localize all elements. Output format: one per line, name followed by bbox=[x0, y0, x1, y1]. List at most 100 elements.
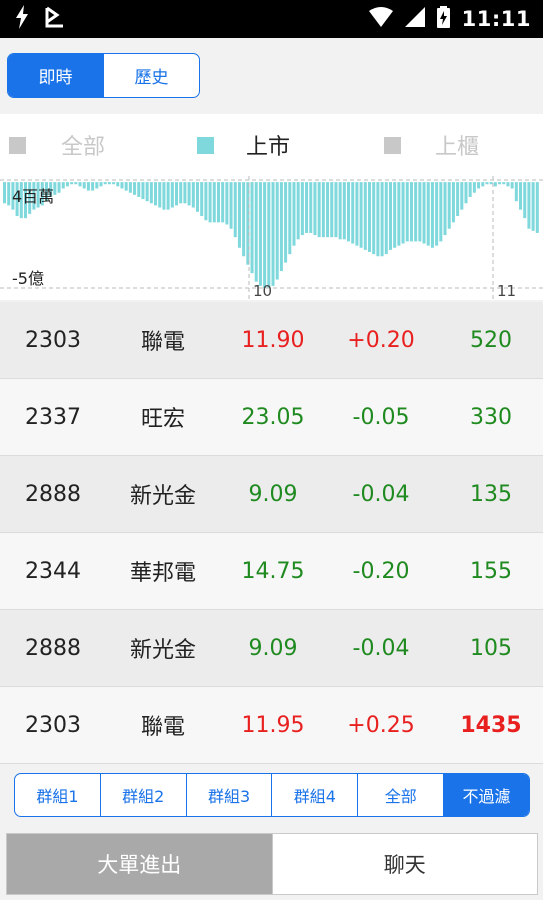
stock-change: -0.04 bbox=[352, 635, 410, 661]
battery-icon bbox=[436, 6, 450, 32]
chart-bar bbox=[351, 182, 355, 244]
chart-bar bbox=[91, 182, 95, 191]
chart-bar bbox=[57, 182, 61, 193]
chart-bar bbox=[82, 182, 86, 189]
chart-bar bbox=[317, 182, 321, 238]
chart-bar bbox=[221, 182, 225, 223]
stock-code: 2888 bbox=[25, 635, 81, 661]
legend-listed[interactable]: 上市 bbox=[197, 114, 290, 176]
chart-bar bbox=[292, 182, 296, 246]
chart-bar bbox=[208, 182, 212, 223]
chart-bar bbox=[288, 182, 292, 255]
chart-bar bbox=[460, 182, 464, 210]
stock-code: 2303 bbox=[25, 712, 81, 738]
stock-change: +0.25 bbox=[347, 712, 415, 738]
filter-all[interactable]: 全部 bbox=[357, 774, 443, 816]
chart-bar bbox=[112, 182, 116, 185]
chart-bar bbox=[74, 182, 78, 185]
chart-bar bbox=[447, 182, 451, 229]
legend-otc[interactable]: 上櫃 bbox=[384, 114, 479, 176]
stock-row[interactable]: 2303 聯電 11.90 +0.20 520 bbox=[0, 302, 543, 379]
chart-bar bbox=[313, 182, 317, 236]
chart-bar bbox=[246, 182, 250, 265]
stock-volume: 135 bbox=[470, 481, 512, 507]
x-axis-label: 11 bbox=[497, 282, 516, 300]
stock-row[interactable]: 2344 華邦電 14.75 -0.20 155 bbox=[0, 533, 543, 610]
chart-bar bbox=[418, 182, 422, 242]
chart-bar bbox=[510, 182, 514, 189]
chart-bar bbox=[120, 182, 124, 189]
chart-bar bbox=[338, 182, 342, 240]
chart-bar bbox=[477, 182, 481, 189]
chart-bar bbox=[472, 182, 476, 193]
tab-chat[interactable]: 聊天 bbox=[271, 834, 537, 894]
chart-bar bbox=[137, 182, 141, 197]
chart-bar bbox=[464, 182, 468, 204]
chart-bar bbox=[95, 182, 99, 189]
history-tab[interactable]: 歷史 bbox=[103, 54, 199, 97]
stock-price: 14.75 bbox=[241, 558, 305, 584]
filter-group-2[interactable]: 群組2 bbox=[99, 774, 186, 816]
chart-bar bbox=[300, 182, 304, 236]
stock-price: 9.09 bbox=[248, 635, 298, 661]
chart-bar bbox=[229, 182, 233, 229]
filter-none[interactable]: 不過濾 bbox=[443, 774, 529, 816]
chart-bar bbox=[175, 182, 179, 206]
chart-bar bbox=[334, 182, 338, 238]
x-axis-label: 10 bbox=[253, 282, 272, 300]
legend-all[interactable]: 全部 bbox=[9, 114, 105, 176]
chart-bar bbox=[242, 182, 246, 257]
chart-bar bbox=[468, 182, 472, 197]
tab-big-orders[interactable]: 大單進出 bbox=[7, 834, 272, 894]
chart-bar bbox=[99, 182, 103, 187]
legend-listed-label: 上市 bbox=[246, 135, 291, 160]
chart-bar bbox=[179, 182, 183, 204]
stock-row[interactable]: 2303 聯電 11.95 +0.25 1435 bbox=[0, 687, 543, 764]
filter-group-3[interactable]: 群組3 bbox=[185, 774, 272, 816]
chart-bar bbox=[359, 182, 363, 248]
chart-bar bbox=[309, 182, 313, 233]
chart-bar bbox=[216, 182, 220, 223]
chart-bar bbox=[451, 182, 455, 223]
chart-bar bbox=[414, 182, 418, 242]
chart-bar bbox=[481, 182, 485, 187]
chart-bar bbox=[149, 182, 153, 204]
chart-bar bbox=[267, 182, 271, 288]
chart-bar bbox=[204, 182, 208, 221]
market-legend: 全部 上市 上櫃 bbox=[0, 114, 543, 176]
view-toggle: 即時 歷史 bbox=[7, 53, 200, 98]
chart-bar bbox=[154, 182, 158, 206]
stock-price: 11.90 bbox=[241, 327, 305, 353]
chart-bar bbox=[347, 182, 351, 242]
stock-change: -0.20 bbox=[352, 558, 410, 584]
view-toggle-bar: 即時 歷史 bbox=[0, 38, 543, 114]
chart-bar bbox=[271, 182, 275, 286]
clock: 11:11 bbox=[461, 7, 531, 31]
chart-bar bbox=[330, 182, 334, 238]
chart-bar bbox=[275, 182, 279, 280]
chart-bar bbox=[191, 182, 195, 208]
chart-bar bbox=[342, 182, 346, 240]
chart-bar bbox=[321, 182, 325, 238]
chart-bar bbox=[367, 182, 372, 252]
stock-row[interactable]: 2337 旺宏 23.05 -0.05 330 bbox=[0, 379, 543, 456]
notification-icon bbox=[44, 6, 66, 32]
chart-bar bbox=[133, 182, 137, 195]
stock-row[interactable]: 2888 新光金 9.09 -0.04 105 bbox=[0, 610, 543, 687]
chart-bar bbox=[70, 182, 74, 185]
bottom-tabs: 大單進出 聊天 bbox=[6, 833, 538, 895]
stock-volume: 1435 bbox=[460, 712, 522, 738]
filter-group-4[interactable]: 群組4 bbox=[271, 774, 357, 816]
chart-bar bbox=[363, 182, 367, 250]
chart-bar bbox=[7, 182, 11, 206]
realtime-tab[interactable]: 即時 bbox=[8, 54, 103, 97]
chart-bar bbox=[254, 182, 258, 282]
chart-bar bbox=[237, 182, 241, 248]
chart-bar bbox=[401, 182, 405, 244]
chart-bar bbox=[158, 182, 162, 208]
group-filter: 群組1 群組2 群組3 群組4 全部 不過濾 bbox=[14, 773, 530, 817]
stock-code: 2337 bbox=[25, 404, 81, 430]
filter-group-1[interactable]: 群組1 bbox=[15, 774, 100, 816]
chart-bar bbox=[65, 182, 69, 187]
stock-row[interactable]: 2888 新光金 9.09 -0.04 135 bbox=[0, 456, 543, 533]
